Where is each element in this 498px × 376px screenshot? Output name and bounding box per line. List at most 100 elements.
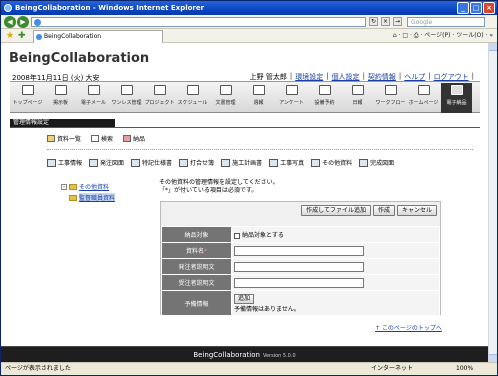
toolbar-facility[interactable]: 設備予約 (309, 83, 340, 113)
scroll-down-button[interactable] (489, 354, 497, 362)
cancel-button[interactable]: キャンセル (396, 205, 437, 216)
client-desc-cell (231, 258, 440, 275)
browser-tab[interactable]: BeingCollaboration (33, 30, 163, 43)
daily-icon (351, 85, 364, 95)
folder-icon (69, 183, 77, 190)
refresh-icon[interactable]: ↻ (369, 17, 378, 26)
minimize-button[interactable]: _ (457, 2, 469, 14)
forward-button[interactable]: ▶ (17, 16, 29, 28)
toolbar-oneless[interactable]: ワンレス管理 (111, 83, 142, 113)
tab-page-icon (36, 34, 42, 40)
document-name-input[interactable] (234, 245, 364, 256)
form-row-reserve: 予備情報 追加 予備情報はありません。 (161, 290, 440, 316)
photo-icon (269, 158, 279, 167)
toolbar-survey[interactable]: アンケート (276, 83, 307, 113)
book-icon (120, 85, 133, 95)
add-favorite-icon[interactable]: ✚ (18, 31, 26, 41)
tab-title: BeingCollaboration (44, 33, 102, 40)
document-icon (47, 158, 56, 167)
target-label: 納品対象 (161, 226, 232, 243)
document-category-bar: 工事情報 発注図面 特記仕様書 打合せ簿 施工計画書 工事写真 その他資料 完成… (47, 158, 394, 167)
maximize-button[interactable]: □ (470, 2, 482, 14)
dotted-divider (47, 149, 473, 150)
reserve-label: 予備情報 (161, 290, 232, 316)
subnav-document-list[interactable]: 資料一覧 (47, 134, 81, 143)
add-reserve-button[interactable]: 追加 (234, 293, 255, 304)
go-icon[interactable]: → (393, 17, 402, 26)
folder-tree: - その他資料 監督職員資料 (61, 182, 116, 202)
category-photos[interactable]: 工事写真 (269, 158, 304, 167)
browser-window: BeingCollaboration - Windows Internet Ex… (0, 0, 498, 376)
footer-brand: BeingCollaboration (193, 351, 260, 359)
command-bar[interactable]: ⌂ · □ · ⎙ · ページ(P) · ツール(O) · » (393, 31, 493, 41)
delivery-icon (450, 85, 463, 95)
subnav-search[interactable]: 検索 (91, 134, 113, 143)
toolbar-top-page[interactable]: トップページ (12, 83, 43, 113)
document-icon (131, 158, 141, 167)
toolbar-weekly[interactable]: 週報 (243, 83, 274, 113)
toolbar-workflow[interactable]: ワークフロー (375, 83, 406, 113)
search-input[interactable]: Google (407, 17, 485, 27)
client-desc-label: 発注者説明文 (161, 258, 232, 275)
create-and-add-file-button[interactable]: 作成してファイル追加 (301, 205, 371, 216)
zoom-level[interactable]: 100% (456, 363, 473, 375)
toolbar-daily[interactable]: 日報 (342, 83, 373, 113)
form-description: その他資料の管理情報を設定してください。 「*」が付いている項目は必須です。 (159, 179, 279, 194)
search-icon (91, 135, 100, 142)
toolbar-homepage[interactable]: ホームページ (408, 83, 439, 113)
toolbar-project[interactable]: プロジェクト (144, 83, 175, 113)
document-icon (359, 158, 369, 167)
category-work-plan[interactable]: 施工計画書 (221, 158, 262, 167)
tree-node-root[interactable]: - その他資料 (61, 182, 115, 191)
document-icon (311, 158, 321, 167)
category-construction-info[interactable]: 工事情報 (47, 158, 82, 167)
contractor-desc-cell (231, 274, 440, 291)
category-order-drawings[interactable]: 発注図面 (89, 158, 124, 167)
form-row-contractor-desc: 受注者説明文 (161, 274, 440, 291)
management-form: 作成してファイル追加 作成 キャンセル 納品対象 納品対象とする 資料名* 発注… (160, 201, 441, 316)
delivery-target-checkbox[interactable] (234, 232, 240, 239)
bulletin-icon (54, 85, 67, 95)
category-other-documents[interactable]: その他資料 (311, 158, 352, 167)
toolbar-schedule[interactable]: スケジュール (177, 83, 208, 113)
page-top-link[interactable]: ↑ このページのトップへ (375, 323, 442, 332)
home-icon (21, 85, 34, 95)
close-button[interactable]: × (483, 2, 495, 14)
form-row-client-desc: 発注者説明文 (161, 258, 440, 275)
status-text: ページが表示されました (5, 365, 71, 372)
toolbar-bbs[interactable]: 掲示板 (45, 83, 76, 113)
form-buttons: 作成してファイル追加 作成 キャンセル (301, 205, 437, 216)
scroll-up-button[interactable] (489, 43, 497, 51)
homepage-icon (417, 85, 430, 95)
name-label: 資料名* (161, 242, 232, 259)
facility-icon (318, 85, 331, 95)
favorites-star-icon[interactable]: ★ (6, 31, 14, 41)
toolbar-e-delivery[interactable]: 電子納品 (441, 83, 472, 113)
toolbar-documents[interactable]: 文書管理 (210, 83, 241, 113)
category-completion-drawings[interactable]: 完成図面 (359, 158, 394, 167)
client-description-input[interactable] (234, 261, 364, 272)
category-meeting-book[interactable]: 打合せ簿 (179, 158, 214, 167)
footer-version: Version 5.0.0 (262, 353, 296, 359)
stop-icon[interactable]: × (381, 17, 390, 26)
tree-node-child[interactable]: 監督職員資料 (69, 193, 116, 202)
vertical-scrollbar[interactable] (488, 43, 497, 362)
workflow-icon (384, 85, 397, 95)
collapse-icon[interactable]: - (61, 183, 67, 190)
document-icon (89, 158, 99, 167)
delivery-icon (123, 135, 132, 142)
calendar-icon (186, 85, 199, 95)
toolbar-email[interactable]: 電子メール (78, 83, 109, 113)
address-input[interactable] (31, 17, 366, 27)
sub-navigation: 資料一覧 検索 納品 (47, 134, 145, 143)
subnav-delivery[interactable]: 納品 (123, 134, 145, 143)
name-cell (231, 242, 440, 259)
target-cell: 納品対象とする (231, 226, 440, 243)
category-special-specs[interactable]: 特記仕様書 (131, 158, 172, 167)
back-button[interactable]: ◀ (4, 16, 16, 28)
contractor-description-input[interactable] (234, 277, 364, 288)
required-mark: * (204, 248, 207, 255)
address-actions: ↻ × → (369, 17, 402, 26)
section-header: 管理情報設定 (10, 119, 115, 127)
create-button[interactable]: 作成 (372, 205, 395, 216)
